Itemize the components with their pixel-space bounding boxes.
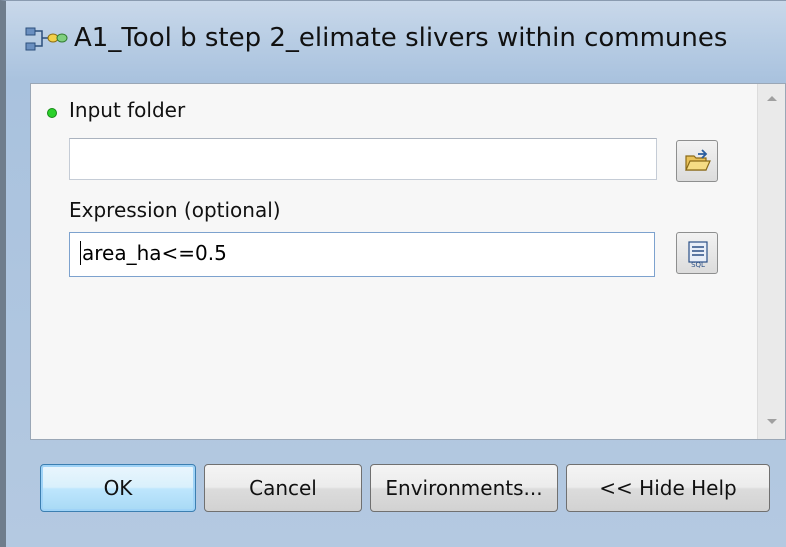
text-caret bbox=[80, 241, 81, 265]
svg-text:SQL: SQL bbox=[691, 261, 705, 268]
expression-label: Expression (optional) bbox=[69, 198, 281, 222]
input-folder-label: Input folder bbox=[69, 98, 186, 122]
sql-icon: SQL bbox=[688, 241, 708, 268]
required-indicator-icon bbox=[47, 108, 57, 118]
window-title: A1_Tool b step 2_elimate slivers within … bbox=[74, 23, 728, 53]
cancel-button[interactable]: Cancel bbox=[204, 464, 362, 512]
parameters-panel: Input folder Expression (optional) area_… bbox=[30, 83, 786, 440]
ok-button[interactable]: OK bbox=[40, 464, 196, 512]
input-folder-field[interactable] bbox=[69, 138, 657, 180]
model-tool-icon bbox=[24, 25, 68, 55]
tool-dialog-window: A1_Tool b step 2_elimate slivers within … bbox=[0, 0, 786, 547]
expression-input[interactable]: area_ha<=0.5 bbox=[69, 232, 655, 277]
title-bar[interactable]: A1_Tool b step 2_elimate slivers within … bbox=[6, 1, 786, 83]
scroll-up-icon[interactable] bbox=[766, 94, 778, 102]
sql-builder-button[interactable]: SQL bbox=[676, 232, 718, 274]
browse-folder-button[interactable] bbox=[676, 140, 718, 182]
scroll-down-icon[interactable] bbox=[766, 418, 778, 426]
environments-button[interactable]: Environments... bbox=[370, 464, 558, 512]
open-folder-icon bbox=[685, 149, 711, 171]
vertical-scrollbar[interactable] bbox=[757, 84, 785, 439]
hide-help-button[interactable]: << Hide Help bbox=[566, 464, 770, 512]
expression-value: area_ha<=0.5 bbox=[82, 241, 227, 265]
